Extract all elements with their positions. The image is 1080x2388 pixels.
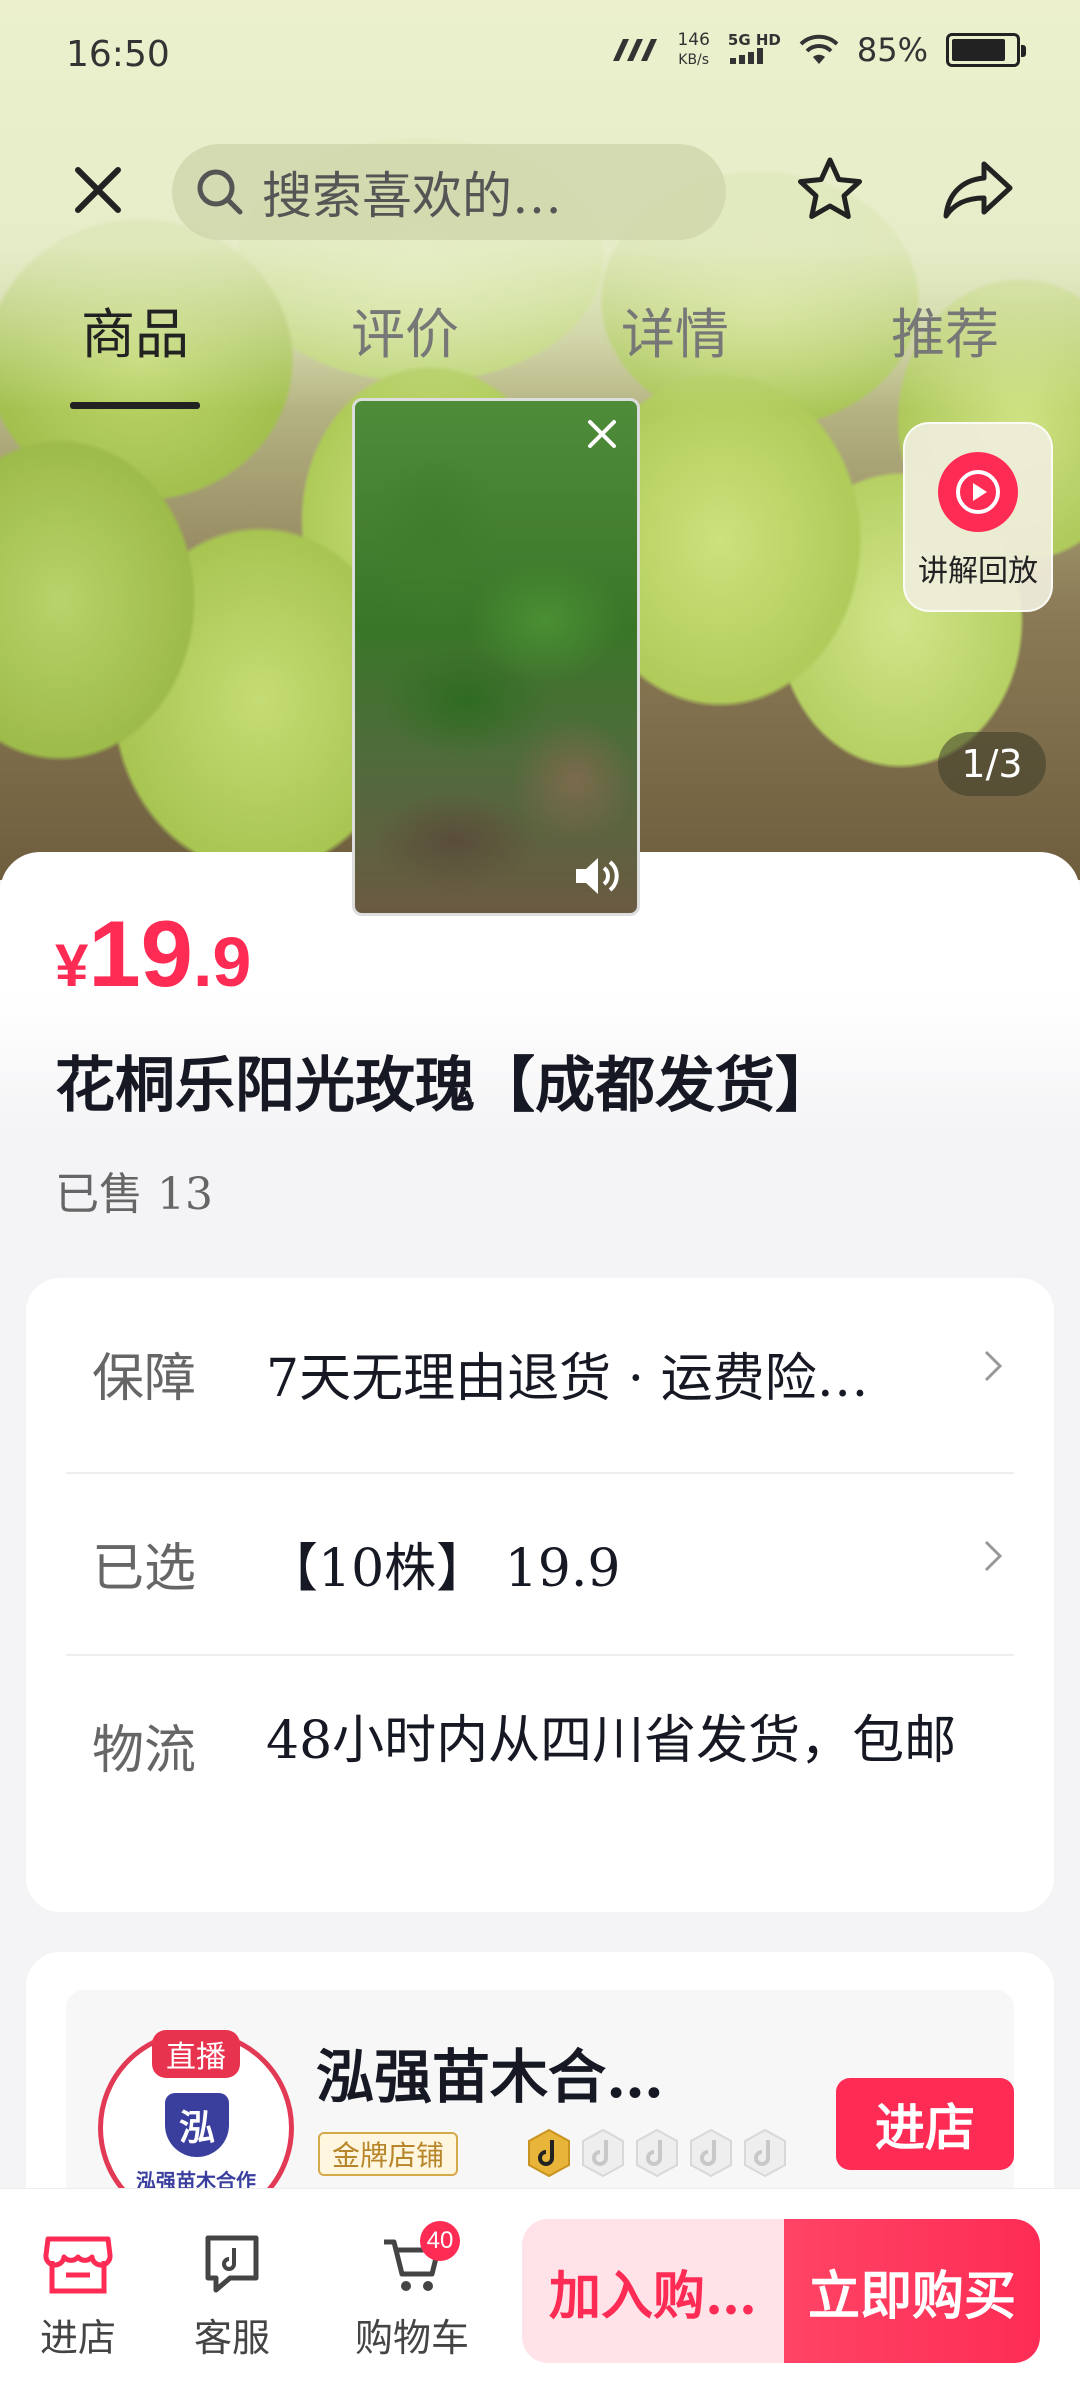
product-title: 花桐乐阳光玫瑰【成都发货】 xyxy=(55,1051,835,1121)
level-inactive-icon xyxy=(580,2128,626,2178)
shop-level xyxy=(526,2128,788,2178)
video-close-button[interactable] xyxy=(577,409,627,459)
video-sound-button[interactable] xyxy=(569,851,625,901)
replay-play-icon xyxy=(938,452,1018,532)
wifi-icon xyxy=(799,34,839,64)
favorite-button[interactable] xyxy=(780,130,880,250)
nav-store[interactable]: 进店 xyxy=(8,2227,148,2362)
level-inactive-icon xyxy=(688,2128,734,2178)
bottom-action-bar: 进店 客服 40 购物车 加入购… 立即购买 xyxy=(0,2188,1080,2388)
shop-logo-icon: 泓 xyxy=(165,2093,229,2157)
signal-indicator: 5G HD xyxy=(728,32,781,68)
add-to-cart-button[interactable]: 加入购… xyxy=(522,2219,784,2363)
nav-store-label: 进店 xyxy=(39,2316,116,2360)
logistics-label: 物流 xyxy=(92,1721,197,1781)
store-icon xyxy=(8,2227,148,2301)
info-section: 保障 7天无理由退货 · 运费险… 已选 【10株】 19.9 物流 48小时内… xyxy=(26,1278,1054,1912)
image-page-indicator: 1/3 xyxy=(938,732,1046,796)
guarantee-row[interactable]: 保障 7天无理由退货 · 运费险… xyxy=(66,1336,1014,1416)
status-icons: 146 KB/s 5G HD 85% xyxy=(609,30,1026,70)
tab-details[interactable]: 详情 xyxy=(600,290,750,410)
battery-percent: 85% xyxy=(856,31,928,69)
level-inactive-icon xyxy=(634,2128,680,2178)
selected-value: 【10株】 19.9 xyxy=(266,1539,621,1599)
divider xyxy=(66,1654,1014,1656)
signal-label: 5G HD xyxy=(727,31,781,49)
logistics-value: 48小时内从四川省发货，包邮 xyxy=(266,1711,957,1771)
price: ¥19.9 xyxy=(55,900,251,1008)
star-icon xyxy=(798,157,862,219)
selected-label: 已选 xyxy=(92,1539,197,1599)
level-active-icon xyxy=(526,2128,572,2178)
sold-count: 已售 13 xyxy=(55,1169,213,1220)
customer-service-icon xyxy=(162,2227,302,2301)
speaker-icon xyxy=(576,858,619,894)
net-speed-unit: KB/s xyxy=(678,52,710,68)
search-placeholder: 搜索喜欢的… xyxy=(262,167,562,225)
nav-customer-service-label: 客服 xyxy=(193,2316,270,2360)
header: 搜索喜欢的… xyxy=(0,130,1080,250)
replay-label: 讲解回放 xyxy=(918,554,1038,589)
guarantee-label: 保障 xyxy=(92,1349,197,1409)
battery-icon xyxy=(946,33,1026,67)
nav-cart[interactable]: 40 购物车 xyxy=(342,2221,482,2362)
tab-recommend[interactable]: 推荐 xyxy=(870,290,1020,410)
live-badge: 直播 xyxy=(152,2030,240,2078)
chevron-right-icon xyxy=(974,1336,1014,1396)
close-button[interactable] xyxy=(48,130,148,250)
selected-row[interactable]: 已选 【10株】 19.9 xyxy=(66,1526,1014,1606)
search-input[interactable]: 搜索喜欢的… xyxy=(172,144,726,240)
chevron-right-icon xyxy=(974,1526,1014,1586)
status-bar: 16:50 146 KB/s 5G HD 85% xyxy=(0,0,1080,110)
nfc-icon xyxy=(613,39,658,61)
cart-count-badge: 40 xyxy=(420,2221,460,2261)
level-inactive-icon xyxy=(742,2128,788,2178)
buy-now-button[interactable]: 立即购买 xyxy=(784,2219,1040,2363)
net-speed-value: 146 xyxy=(677,30,710,50)
price-integer: 19 xyxy=(88,901,193,1006)
tab-reviews[interactable]: 评价 xyxy=(330,290,480,410)
tab-product[interactable]: 商品 xyxy=(60,290,210,410)
nav-cart-label: 购物车 xyxy=(354,2316,469,2360)
net-speed: 146 KB/s xyxy=(677,30,709,70)
signal-bars-icon xyxy=(729,48,763,64)
divider xyxy=(66,1472,1014,1474)
nav-customer-service[interactable]: 客服 xyxy=(162,2227,302,2362)
gold-shop-badge: 金牌店铺 xyxy=(318,2132,459,2176)
search-icon xyxy=(197,169,243,215)
close-icon xyxy=(75,167,121,213)
price-currency: ¥ xyxy=(55,932,89,999)
replay-button[interactable]: 讲解回放 xyxy=(903,422,1053,612)
enter-shop-button[interactable]: 进店 xyxy=(836,2078,1014,2170)
close-icon xyxy=(588,420,616,448)
cart-icon: 40 xyxy=(342,2221,482,2301)
share-icon xyxy=(943,161,1013,219)
price-decimal: .9 xyxy=(192,923,252,1001)
battery-fill xyxy=(952,39,1005,61)
status-time: 16:50 xyxy=(66,34,170,75)
floating-video-player[interactable] xyxy=(352,398,640,916)
product-info-card: ¥19.9 花桐乐阳光玫瑰【成都发货】 已售 13 保障 7天无理由退货 · 运… xyxy=(0,852,1080,2252)
guarantee-value: 7天无理由退货 · 运费险… xyxy=(266,1349,869,1409)
logistics-row: 物流 48小时内从四川省发货，包邮 xyxy=(66,1708,1014,1868)
share-button[interactable] xyxy=(928,130,1028,250)
tab-indicator xyxy=(70,402,200,409)
shop-name: 泓强苗木合… xyxy=(316,2043,665,2111)
tab-bar: 商品 评价 详情 推荐 xyxy=(0,290,1080,410)
